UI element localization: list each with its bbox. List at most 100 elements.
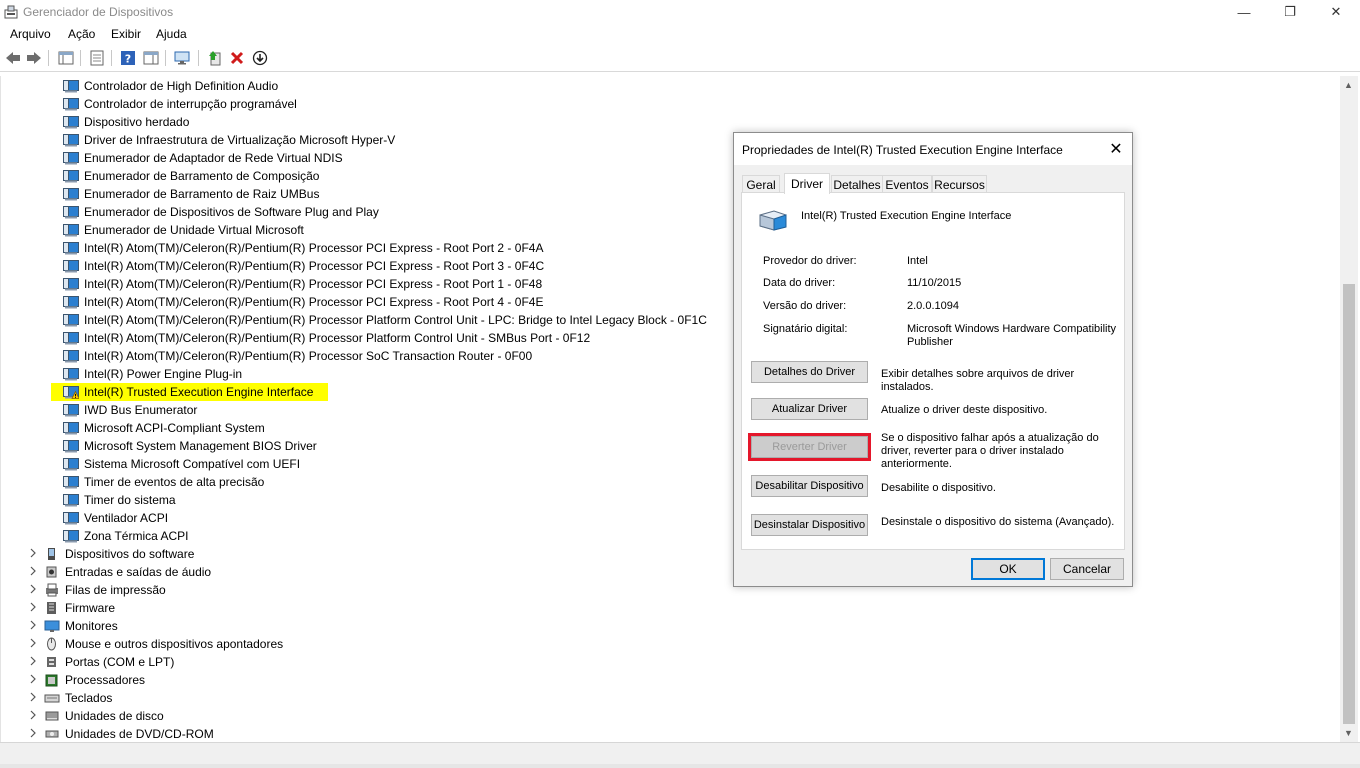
device-list-item[interactable]: Controlador de interrupção programável: [63, 95, 297, 113]
update-driver-button[interactable]: Atualizar Driver: [751, 398, 868, 420]
tab-geral[interactable]: Geral: [742, 175, 780, 193]
device-list-item[interactable]: Intel(R) Power Engine Plug-in: [63, 365, 242, 383]
properties-button[interactable]: [89, 50, 105, 66]
device-list-item[interactable]: Enumerador de Barramento de Composição: [63, 167, 319, 185]
device-list-item[interactable]: Enumerador de Barramento de Raiz UMBus: [63, 185, 319, 203]
device-list-item[interactable]: Intel(R) Atom(TM)/Celeron(R)/Pentium(R) …: [63, 239, 543, 257]
scroll-down-arrow-icon[interactable]: ▼: [1344, 728, 1353, 738]
device-category-item[interactable]: Entradas e saídas de áudio: [44, 563, 211, 581]
system-device-icon: [63, 529, 79, 543]
menu-acao[interactable]: Ação: [68, 27, 95, 41]
cancel-button[interactable]: Cancelar: [1050, 558, 1124, 580]
system-device-icon: [63, 295, 79, 309]
system-device-icon: [63, 79, 79, 93]
toolbar-separator: [198, 50, 199, 66]
disable-device-button[interactable]: Desabilitar Dispositivo: [751, 475, 868, 497]
date-label: Data do driver:: [763, 277, 836, 289]
expand-chevron-icon[interactable]: [29, 710, 37, 720]
driver-details-button[interactable]: Detalhes do Driver: [751, 361, 868, 383]
tab-driver[interactable]: Driver: [784, 173, 830, 194]
device-category-item[interactable]: Unidades de disco: [44, 707, 164, 725]
action-pane-button[interactable]: [143, 50, 159, 66]
action-pane-icon: [143, 51, 159, 65]
device-list-item[interactable]: Intel(R) Atom(TM)/Celeron(R)/Pentium(R) …: [63, 293, 543, 311]
device-category-item[interactable]: Processadores: [44, 671, 145, 689]
show-hide-console-tree-button[interactable]: [58, 50, 74, 66]
restore-button[interactable]: ❐: [1267, 0, 1313, 24]
toolbar: ?: [0, 45, 1360, 72]
device-list-item[interactable]: Intel(R) Atom(TM)/Celeron(R)/Pentium(R) …: [63, 311, 707, 329]
device-list-item[interactable]: Zona Térmica ACPI: [63, 527, 188, 545]
tab-recursos[interactable]: Recursos: [932, 175, 987, 193]
expand-chevron-icon[interactable]: [29, 620, 37, 630]
device-list-item[interactable]: Driver de Infraestrutura de Virtualizaçã…: [63, 131, 395, 149]
forward-button[interactable]: [26, 50, 42, 66]
menu-arquivo[interactable]: Arquivo: [10, 27, 51, 41]
scroll-up-arrow-icon[interactable]: ▲: [1344, 80, 1353, 90]
back-button[interactable]: [5, 50, 21, 66]
device-list-item[interactable]: Controlador de High Definition Audio: [63, 77, 278, 95]
device-category-item[interactable]: Filas de impressão: [44, 581, 166, 599]
tab-eventos[interactable]: Eventos: [882, 175, 932, 193]
minimize-button[interactable]: —: [1221, 0, 1267, 24]
device-label: Intel(R) Atom(TM)/Celeron(R)/Pentium(R) …: [84, 349, 533, 363]
device-category-item[interactable]: Portas (COM e LPT): [44, 653, 174, 671]
expand-chevron-icon[interactable]: [29, 692, 37, 702]
expand-chevron-icon[interactable]: [29, 638, 37, 648]
update-driver-button[interactable]: [207, 50, 223, 66]
device-category-item[interactable]: Monitores: [44, 617, 118, 635]
expand-chevron-icon[interactable]: [29, 566, 37, 576]
expand-chevron-icon[interactable]: [29, 602, 37, 612]
device-list-item[interactable]: Intel(R) Atom(TM)/Celeron(R)/Pentium(R) …: [63, 257, 544, 275]
category-label: Entradas e saídas de áudio: [65, 565, 212, 579]
device-list-item[interactable]: Timer de eventos de alta precisão: [63, 473, 264, 491]
device-list-item[interactable]: Intel(R) Trusted Execution Engine Interf…: [51, 383, 329, 401]
system-device-icon: [63, 439, 79, 453]
expand-chevron-icon[interactable]: [29, 656, 37, 666]
device-list-item[interactable]: Ventilador ACPI: [63, 509, 168, 527]
expand-chevron-icon[interactable]: [29, 548, 37, 558]
device-list-item[interactable]: Enumerador de Adaptador de Rede Virtual …: [63, 149, 343, 167]
expand-chevron-icon[interactable]: [29, 674, 37, 684]
scan-hardware-button[interactable]: [174, 50, 190, 66]
rollback-driver-button[interactable]: Reverter Driver: [748, 433, 871, 461]
device-list-item[interactable]: Microsoft System Management BIOS Driver: [63, 437, 317, 455]
ok-button[interactable]: OK: [971, 558, 1045, 580]
vertical-scrollbar[interactable]: ▲ ▼: [1340, 76, 1358, 742]
audio-io-icon: [44, 565, 60, 579]
device-list-item[interactable]: Enumerador de Unidade Virtual Microsoft: [63, 221, 304, 239]
device-list-item[interactable]: Microsoft ACPI-Compliant System: [63, 419, 265, 437]
device-list-item[interactable]: IWD Bus Enumerator: [63, 401, 197, 419]
device-category-item[interactable]: Firmware: [44, 599, 115, 617]
uninstall-device-button[interactable]: Desinstalar Dispositivo: [751, 514, 868, 536]
device-list-item[interactable]: Timer do sistema: [63, 491, 176, 509]
category-label: Unidades de disco: [65, 709, 164, 723]
device-category-item[interactable]: Unidades de DVD/CD-ROM: [44, 725, 214, 743]
properties-icon: [90, 50, 104, 66]
expand-chevron-icon[interactable]: [29, 728, 37, 738]
update-driver-icon: [209, 51, 221, 66]
menu-ajuda[interactable]: Ajuda: [156, 27, 187, 41]
device-category-item[interactable]: Teclados: [44, 689, 112, 707]
toolbar-separator: [165, 50, 166, 66]
device-list-item[interactable]: Intel(R) Atom(TM)/Celeron(R)/Pentium(R) …: [63, 347, 532, 365]
expand-chevron-icon[interactable]: [29, 584, 37, 594]
menu-exibir[interactable]: Exibir: [111, 27, 141, 41]
uninstall-device-button[interactable]: [229, 50, 245, 66]
device-category-item[interactable]: Mouse e outros dispositivos apontadores: [44, 635, 283, 653]
dialog-title-bar: Propriedades de Intel(R) Trusted Executi…: [734, 133, 1132, 165]
device-list-item[interactable]: Intel(R) Atom(TM)/Celeron(R)/Pentium(R) …: [63, 329, 590, 347]
scrollbar-thumb[interactable]: [1343, 284, 1355, 724]
disable-device-button[interactable]: [252, 50, 268, 66]
device-category-item[interactable]: Dispositivos do software: [44, 545, 194, 563]
dialog-close-button[interactable]: ✕: [1106, 139, 1126, 159]
device-label: Intel(R) Trusted Execution Engine Interf…: [82, 383, 329, 401]
tab-detalhes[interactable]: Detalhes: [831, 175, 883, 193]
device-list-item[interactable]: Enumerador de Dispositivos de Software P…: [63, 203, 379, 221]
device-label: Intel(R) Atom(TM)/Celeron(R)/Pentium(R) …: [84, 295, 544, 309]
close-button[interactable]: ✕: [1313, 0, 1359, 24]
device-list-item[interactable]: Intel(R) Atom(TM)/Celeron(R)/Pentium(R) …: [63, 275, 542, 293]
device-list-item[interactable]: Dispositivo herdado: [63, 113, 189, 131]
device-list-item[interactable]: Sistema Microsoft Compatível com UEFI: [63, 455, 300, 473]
help-button[interactable]: ?: [120, 50, 136, 66]
